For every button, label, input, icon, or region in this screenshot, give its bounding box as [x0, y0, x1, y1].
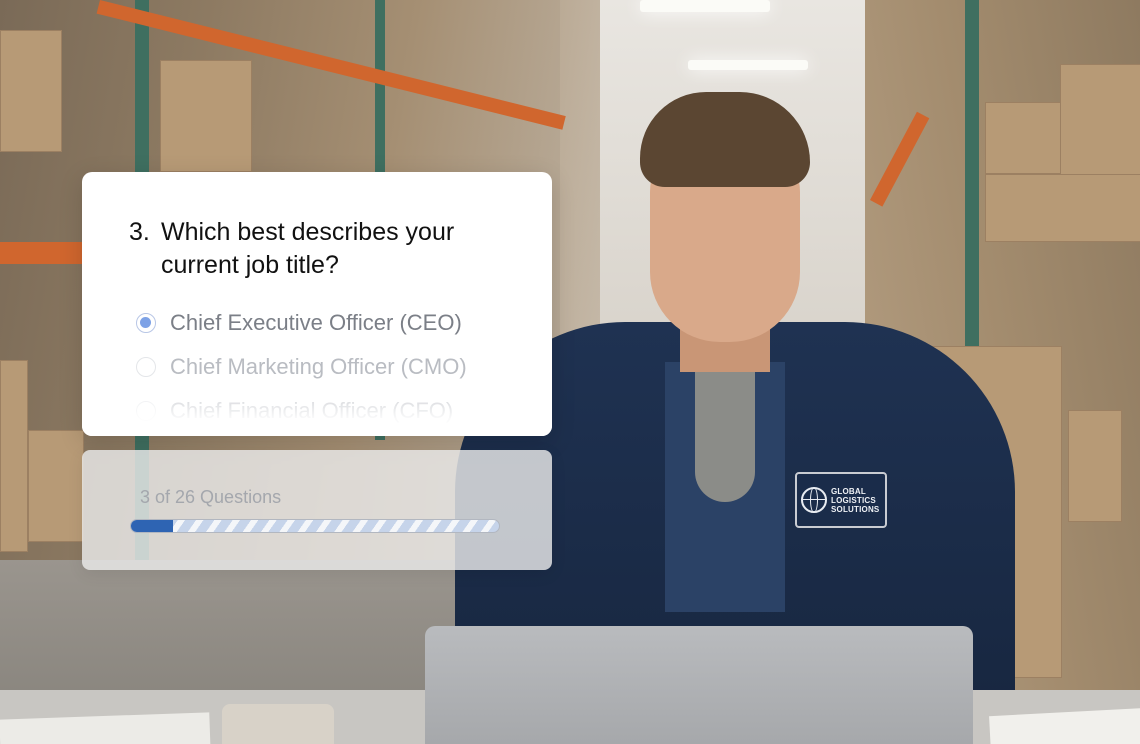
- patch-text: GLOBAL LOGISTICS SOLUTIONS: [831, 486, 880, 514]
- option-label: Chief Executive Officer (CEO): [170, 310, 462, 335]
- progress-bar: [130, 519, 500, 533]
- laptop: [425, 626, 973, 744]
- cardboard-box: [28, 430, 84, 542]
- option-label: Chief Marketing Officer (CMO): [170, 354, 467, 379]
- shelf-beam: [0, 242, 90, 264]
- progress-card: 3 of 26 Questions: [82, 450, 552, 570]
- question-number: 3.: [129, 218, 150, 246]
- option-cmo[interactable]: Chief Marketing Officer (CMO): [136, 345, 536, 389]
- progress-label: 3 of 26 Questions: [140, 487, 282, 507]
- cardboard-box: [160, 60, 252, 172]
- option-label: Chief Financial Officer (CFO): [170, 398, 454, 423]
- option-cfo[interactable]: Chief Financial Officer (CFO): [136, 389, 536, 433]
- radio-icon[interactable]: [136, 401, 156, 421]
- question-title: 3. Which best describes your current job…: [129, 216, 519, 282]
- cardboard-box: [0, 30, 62, 152]
- radio-icon[interactable]: [136, 357, 156, 377]
- question-text: Which best describes your current job ti…: [161, 218, 455, 279]
- t-shirt: [695, 372, 755, 502]
- coffee-mug: [222, 704, 334, 744]
- globe-icon: [801, 487, 827, 513]
- cardboard-box: [1060, 64, 1140, 176]
- ceiling-light: [688, 60, 808, 70]
- company-logo-patch: GLOBAL LOGISTICS SOLUTIONS: [795, 472, 887, 528]
- question-card: 3. Which best describes your current job…: [82, 172, 552, 436]
- cardboard-box: [1068, 410, 1122, 522]
- cardboard-box: [0, 360, 28, 552]
- option-ceo[interactable]: Chief Executive Officer (CEO): [136, 301, 536, 345]
- ceiling-light: [640, 0, 770, 12]
- radio-selected-icon[interactable]: [136, 313, 156, 333]
- hair: [640, 92, 810, 187]
- progress-bar-fill: [131, 520, 174, 532]
- answer-options: Chief Executive Officer (CEO) Chief Mark…: [136, 301, 536, 433]
